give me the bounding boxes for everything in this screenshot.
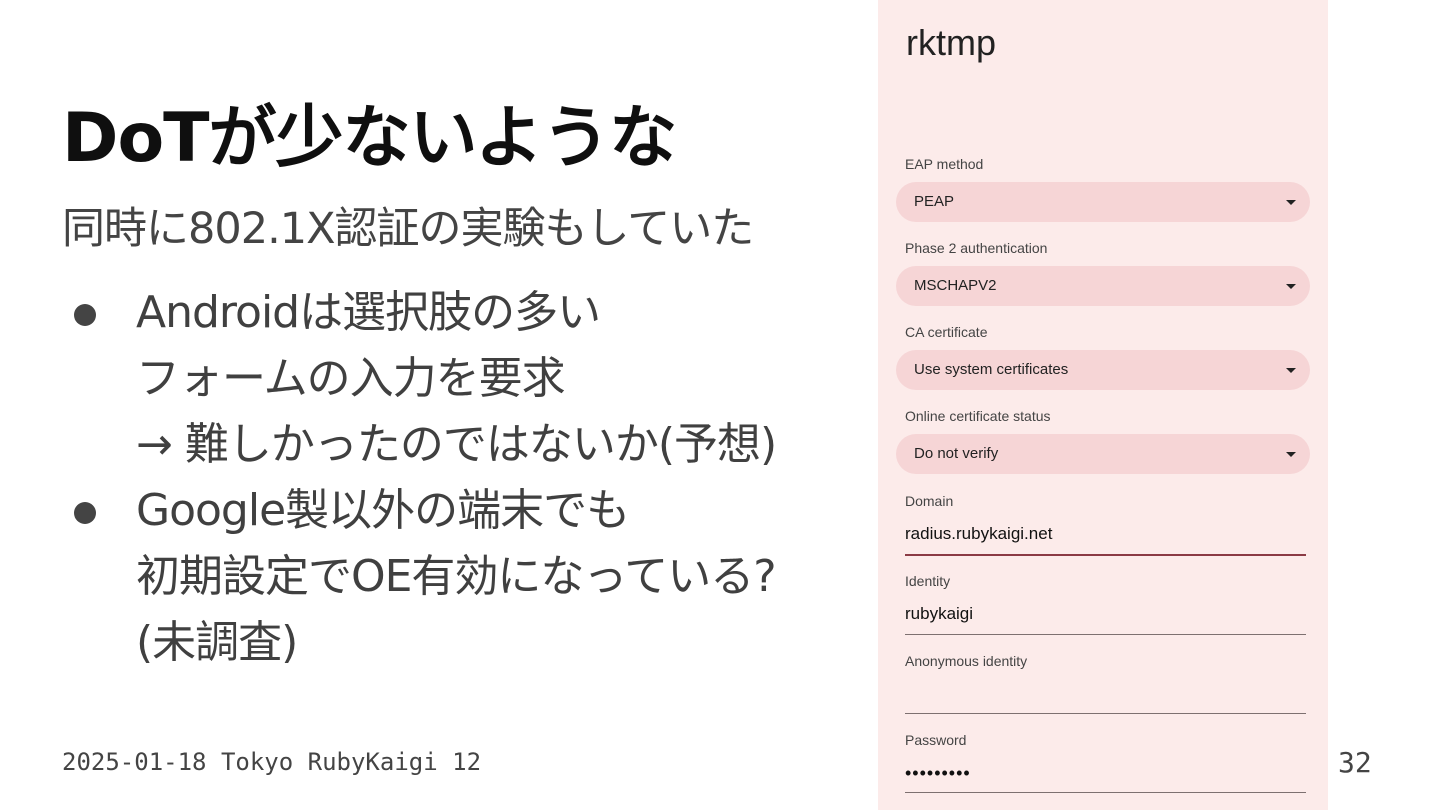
dropdown-arrow-icon xyxy=(1286,368,1296,373)
phase2-auth-value: MSCHAPV2 xyxy=(914,277,997,294)
network-name-title: rktmp xyxy=(906,22,996,63)
domain-value: radius.rubykaigi.net xyxy=(905,524,1053,543)
ca-certificate-label: CA certificate xyxy=(905,324,988,340)
phase2-auth-label: Phase 2 authentication xyxy=(905,240,1048,256)
bullet-line: → 難しかったのではないか(予想) xyxy=(136,419,777,470)
bullet-item: Androidは選択肢の多い フォームの入力を要求 → 難しかったのではないか(… xyxy=(70,280,777,478)
page-number: 32 xyxy=(1338,746,1372,779)
bullet-line: Androidは選択肢の多い xyxy=(136,287,601,338)
ca-certificate-dropdown[interactable]: Use system certificates xyxy=(896,350,1310,390)
bullet-line: フォームの入力を要求 xyxy=(136,353,566,404)
phase2-auth-dropdown[interactable]: MSCHAPV2 xyxy=(896,266,1310,306)
identity-value: rubykaigi xyxy=(905,604,974,623)
password-value: ••••••••• xyxy=(905,763,971,783)
bullet-line: (未調査) xyxy=(136,617,298,668)
anonymous-identity-label: Anonymous identity xyxy=(905,653,1028,669)
slide-footer: 2025-01-18 Tokyo RubyKaigi 12 xyxy=(62,748,482,776)
identity-field[interactable]: rubykaigi xyxy=(905,600,1306,635)
identity-label: Identity xyxy=(905,573,951,589)
bullet-dot-icon xyxy=(74,304,96,326)
bullet-line: 初期設定でOE有効になっている? xyxy=(136,551,777,602)
slide-title: DoTが少ないような xyxy=(62,99,677,178)
dropdown-arrow-icon xyxy=(1286,452,1296,457)
slide-subtitle: 同時に802.1X認証の実験もしていた xyxy=(62,204,754,254)
domain-field[interactable]: radius.rubykaigi.net xyxy=(905,520,1306,556)
bullet-list: Androidは選択肢の多い フォームの入力を要求 → 難しかったのではないか(… xyxy=(70,280,777,676)
bullet-item: Google製以外の端末でも 初期設定でOE有効になっている? (未調査) xyxy=(70,478,777,676)
dropdown-arrow-icon xyxy=(1286,284,1296,289)
ca-certificate-value: Use system certificates xyxy=(914,361,1069,378)
password-label: Password xyxy=(905,732,967,748)
anonymous-identity-field[interactable] xyxy=(905,679,1306,714)
eap-method-dropdown[interactable]: PEAP xyxy=(896,182,1310,222)
online-cert-status-value: Do not verify xyxy=(914,445,999,462)
online-cert-status-label: Online certificate status xyxy=(905,408,1051,424)
phone-screenshot: rktmp EAP method PEAP Phase 2 authentica… xyxy=(878,0,1328,810)
eap-method-value: PEAP xyxy=(914,193,955,210)
bullet-line: Google製以外の端末でも xyxy=(136,485,630,536)
eap-method-label: EAP method xyxy=(905,156,984,172)
dropdown-arrow-icon xyxy=(1286,200,1296,205)
online-cert-status-dropdown[interactable]: Do not verify xyxy=(896,434,1310,474)
domain-label: Domain xyxy=(905,493,954,509)
password-field[interactable]: ••••••••• xyxy=(905,758,1306,793)
bullet-dot-icon xyxy=(74,502,96,524)
